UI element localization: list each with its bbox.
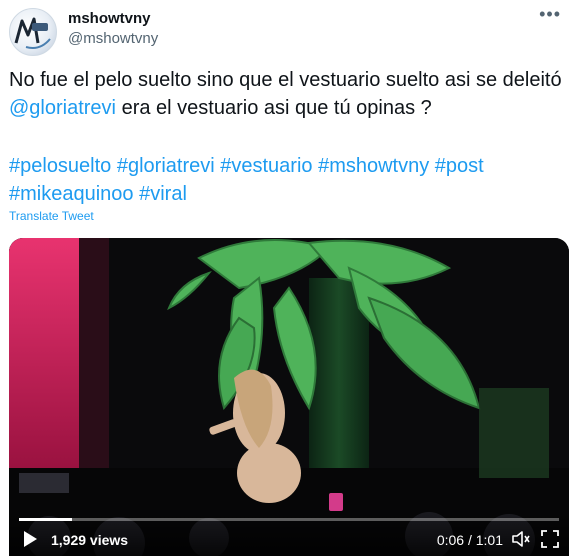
fullscreen-icon[interactable] xyxy=(541,530,559,548)
hashtags-line-1[interactable]: #pelosuelto #gloriatrevi #vestuario #msh… xyxy=(9,152,569,180)
video-controls: 1,929 views 0:06 / 1:01 xyxy=(9,512,569,556)
video-time: 0:06 / 1:01 xyxy=(436,532,503,548)
translate-tweet-link[interactable]: Translate Tweet xyxy=(9,209,94,223)
author-display-name[interactable]: mshowtvny xyxy=(68,10,151,27)
hashtags-line-2[interactable]: #mikeaquinoo #viral xyxy=(9,180,569,208)
tweet-text-part2: era el vestuario asi que tú opinas ? xyxy=(116,97,432,119)
more-options-icon[interactable]: ••• xyxy=(539,4,561,25)
video-player[interactable]: 1,929 views 0:06 / 1:01 xyxy=(9,238,569,556)
author-handle[interactable]: @mshowtvny xyxy=(68,30,158,47)
video-frame xyxy=(9,238,569,556)
tweet-header: mshowtvny @mshowtvny ••• xyxy=(9,4,569,56)
volume-icon[interactable] xyxy=(511,529,531,549)
play-icon[interactable] xyxy=(21,530,39,548)
view-count: 1,929 views xyxy=(51,532,129,548)
progress-bar[interactable] xyxy=(19,518,559,521)
progress-fill xyxy=(19,518,72,521)
tweet-text: No fue el pelo suelto sino que el vestua… xyxy=(9,66,569,122)
hashtags: #pelosuelto #gloriatrevi #vestuario #msh… xyxy=(9,152,569,208)
mention-link[interactable]: @gloriatrevi xyxy=(9,97,116,119)
avatar-logo xyxy=(14,17,51,49)
avatar[interactable] xyxy=(9,8,57,56)
tweet-text-part1: No fue el pelo suelto sino que el vestua… xyxy=(9,69,562,91)
